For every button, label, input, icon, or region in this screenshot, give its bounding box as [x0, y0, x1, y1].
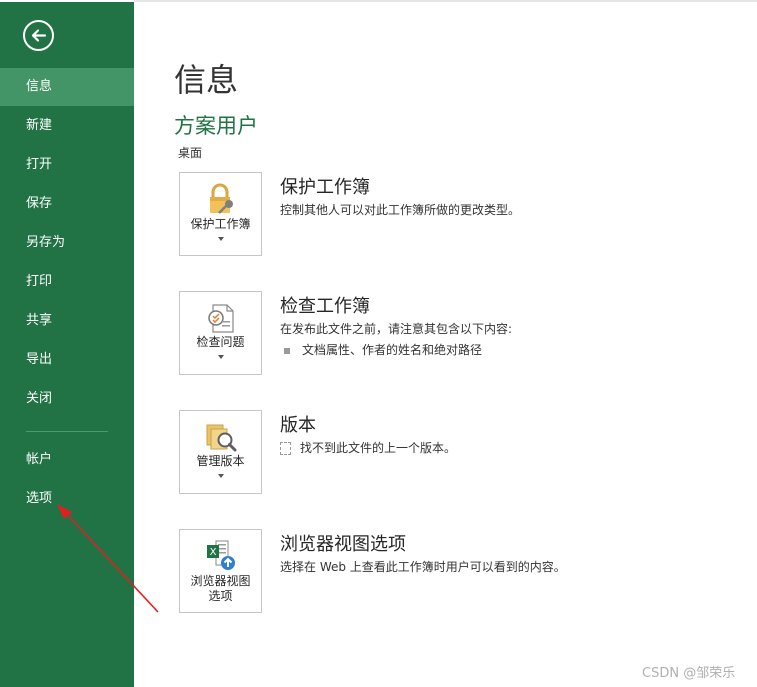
lock-key-icon	[210, 183, 233, 214]
section-desc-versions: 找不到此文件的上一个版本。	[280, 439, 456, 456]
bullet-square-icon	[284, 347, 290, 354]
page-title: 信息	[174, 61, 239, 99]
nav-close[interactable]: 关闭	[0, 380, 134, 418]
manage-versions-button[interactable]: 管理版本	[179, 410, 262, 494]
section-desc-protect: 控制其他人可以对此工作簿所做的更改类型。	[280, 203, 521, 217]
inspect-document-icon	[208, 304, 234, 333]
section-title-browser-view: 浏览器视图选项	[280, 534, 406, 555]
inspect-bullet-item: 文档属性、作者的姓名和绝对路径	[284, 341, 482, 358]
nav-save-as[interactable]: 另存为	[0, 224, 134, 262]
nav-print[interactable]: 打印	[0, 263, 134, 301]
nav-export[interactable]: 导出	[0, 341, 134, 379]
tile-label-line1: 浏览器视图	[190, 574, 251, 588]
excel-browser-icon: X	[207, 540, 235, 570]
section-title-protect: 保护工作簿	[280, 177, 370, 198]
check-issues-button[interactable]: 检查问题	[179, 291, 262, 375]
protect-workbook-button[interactable]: 保护工作簿	[179, 172, 262, 256]
section-title-versions: 版本	[280, 415, 316, 436]
bullet-text: 文档属性、作者的姓名和绝对路径	[302, 343, 483, 357]
nav-open[interactable]: 打开	[0, 146, 134, 184]
section-desc-browser-view: 选择在 Web 上查看此工作簿时用户可以看到的内容。	[280, 560, 566, 574]
nav-new[interactable]: 新建	[0, 107, 134, 145]
backstage-sidebar: 信息 新建 打开 保存 另存为 打印 共享 导出 关闭 帐户 选项	[0, 2, 134, 687]
chevron-down-icon	[218, 474, 224, 478]
nav-share[interactable]: 共享	[0, 302, 134, 340]
document-name: 方案用户	[174, 114, 258, 138]
info-panel: 信息 方案用户 桌面 保护工作簿 保护工作簿 控制其他人可以对此工作簿所做的更改…	[134, 0, 757, 687]
nav-account[interactable]: 帐户	[0, 441, 134, 479]
chevron-down-icon	[218, 355, 224, 359]
tile-label: 管理版本	[196, 454, 245, 468]
svg-text:X: X	[210, 547, 217, 558]
section-desc-inspect: 在发布此文件之前，请注意其包含以下内容:	[280, 322, 513, 336]
back-arrow-icon	[31, 29, 47, 42]
chevron-down-icon	[218, 237, 224, 241]
tile-label-line2: 选项	[208, 589, 233, 603]
nav-save[interactable]: 保存	[0, 185, 134, 223]
nav-info[interactable]: 信息	[0, 68, 134, 106]
nav-divider	[26, 431, 108, 432]
versions-text: 找不到此文件的上一个版本。	[300, 441, 457, 455]
section-title-inspect: 检查工作簿	[280, 296, 370, 317]
manage-versions-icon	[206, 424, 237, 452]
document-location: 桌面	[178, 146, 203, 160]
tile-label: 保护工作簿	[190, 217, 251, 231]
nav-options[interactable]: 选项	[0, 480, 134, 518]
back-button[interactable]	[23, 20, 54, 51]
browser-view-options-button[interactable]: X 浏览器视图 选项	[179, 529, 262, 613]
tile-label: 检查问题	[196, 335, 245, 349]
watermark: CSDN @邹荣乐	[642, 666, 736, 681]
document-icon	[280, 442, 291, 455]
